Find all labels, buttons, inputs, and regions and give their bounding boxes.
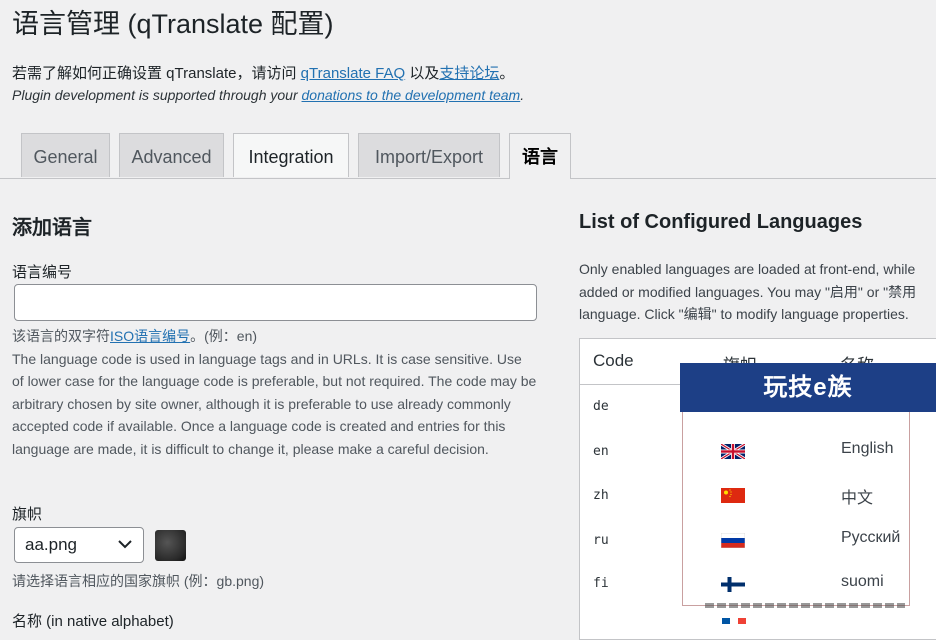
china-flag-icon (721, 488, 745, 503)
add-language-title: 添加语言 (12, 217, 92, 239)
page-title: 语言管理 (qTranslate 配置) (12, 9, 334, 39)
language-code-input[interactable] (14, 284, 537, 321)
configured-languages-title: List of Configured Languages (579, 211, 863, 233)
intro-suffix: 。 (499, 65, 515, 82)
donation-suffix: . (520, 87, 525, 103)
tab-integration[interactable]: Integration (233, 133, 349, 177)
language-code-label: 语言编号 (12, 264, 73, 281)
tab-import-export[interactable]: Import/Export (358, 133, 500, 177)
finland-flag-icon (721, 577, 745, 592)
column-header-code[interactable]: Code (593, 351, 634, 371)
intro-middle: 以及 (405, 65, 440, 82)
flag-preview-image (155, 530, 186, 561)
flag-select-value: aa.png (25, 535, 77, 554)
flag-label: 旗帜 (12, 506, 43, 523)
tab-languages[interactable]: 语言 (509, 133, 571, 179)
language-code-hint: 该语言的双字符ISO语言编号。(例：en) The language code … (12, 325, 537, 461)
language-code-cell: en (593, 444, 609, 459)
iso-code-link[interactable]: ISO语言编号 (110, 328, 190, 344)
france-flag-icon (722, 618, 746, 624)
hint-body: The language code is used in language ta… (12, 350, 537, 457)
flag-select[interactable]: aa.png (14, 527, 144, 563)
desc-line: language. Click "编辑" to modify language … (579, 306, 909, 322)
language-code-cell: fi (593, 576, 609, 591)
donation-link[interactable]: donations to the development team (302, 87, 521, 103)
language-code-cell: de (593, 399, 609, 414)
donation-prefix: Plugin development is supported through … (12, 87, 302, 103)
overlay-language-row: English (683, 436, 911, 466)
desc-line: Only enabled languages are loaded at fro… (579, 261, 916, 277)
hint-suffix: 。(例：en) (190, 328, 258, 344)
intro-text: 若需了解如何正确设置 qTranslate，请访问 qTranslate FAQ… (12, 62, 514, 83)
tab-advanced[interactable]: Advanced (119, 133, 224, 177)
cropped-row-strip (705, 603, 905, 608)
language-code-cell: ru (593, 533, 609, 548)
overlay-language-name: Русский (841, 529, 901, 546)
native-name-label: 名称 (in native alphabet) (12, 613, 174, 630)
settings-tabs: General Advanced Integration Import/Expo… (0, 133, 936, 179)
overlay-language-name: suomi (841, 573, 884, 590)
uk-flag-icon (721, 444, 745, 459)
overlay-language-name: English (841, 440, 894, 457)
donation-text: Plugin development is supported through … (12, 87, 524, 103)
flag-hint: 请选择语言相应的国家旗帜 (例：gb.png) (12, 573, 265, 589)
overlay-language-row: Русский (683, 525, 911, 555)
russia-flag-icon (721, 533, 745, 548)
faq-link[interactable]: qTranslate FAQ (301, 65, 406, 82)
language-code-cell: zh (593, 488, 609, 503)
desc-line: added or modified languages. You may "启用… (579, 283, 917, 300)
forum-link[interactable]: 支持论坛 (439, 65, 499, 82)
watermark-banner: 玩技e族 (680, 363, 936, 412)
overlay-language-row: suomi (683, 569, 911, 599)
tab-general[interactable]: General (21, 133, 110, 177)
hint-prefix: 该语言的双字符 (12, 328, 110, 344)
overlay-language-name: 中文 (841, 490, 874, 507)
configured-languages-desc: Only enabled languages are loaded at fro… (579, 258, 936, 326)
overlay-language-row: 中文 (683, 480, 911, 510)
intro-prefix: 若需了解如何正确设置 qTranslate，请访问 (12, 65, 301, 82)
chevron-down-icon (118, 540, 132, 549)
